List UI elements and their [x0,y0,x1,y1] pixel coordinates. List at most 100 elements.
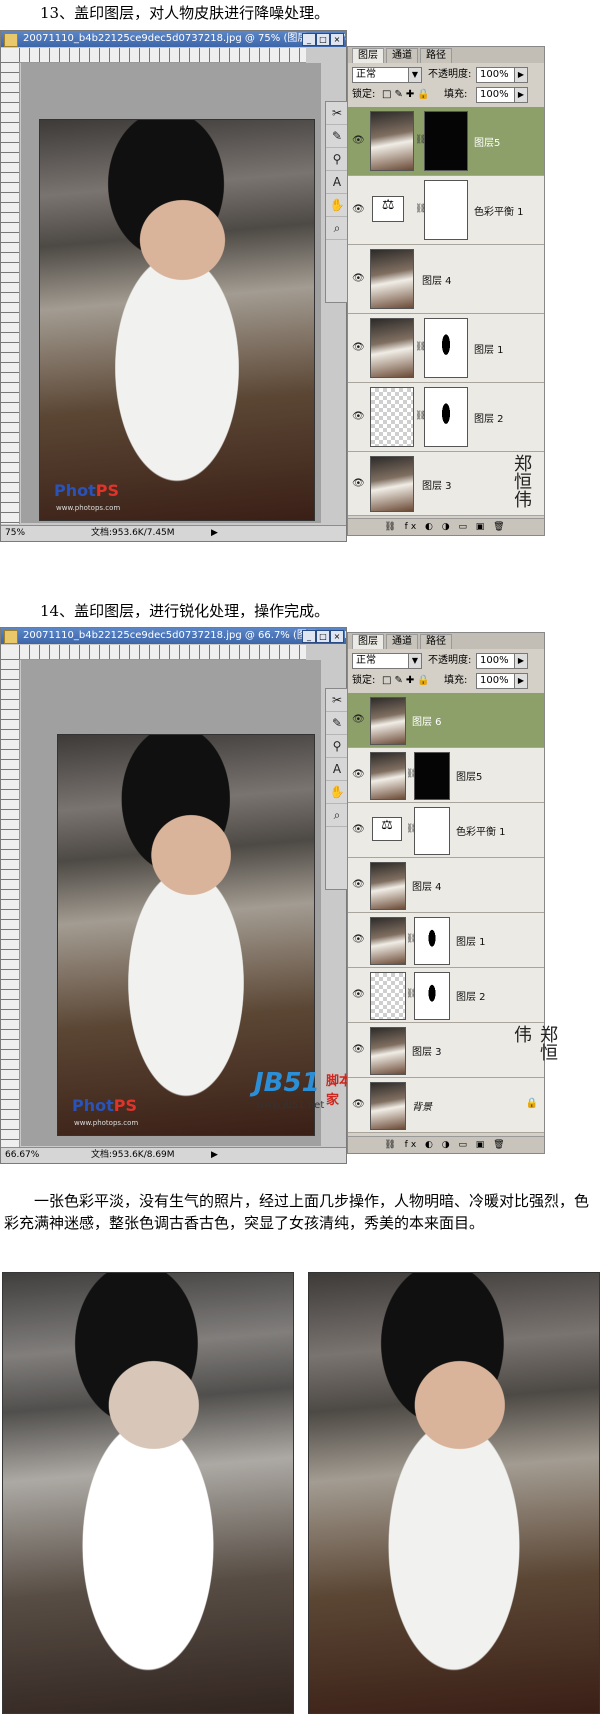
fill-arrow-icon[interactable]: ▶ [514,673,528,689]
layers-panel-footer-icons[interactable]: ⛓ fx ◐ ◑ ▭ ▣ 🗑 [348,518,544,535]
eye-icon[interactable]: 👁 [352,934,366,945]
fill-input[interactable]: 100% [476,87,515,103]
eye-icon[interactable]: 👁 [352,879,366,890]
opacity-input[interactable]: 100% [476,653,515,669]
minimize-button[interactable]: _ [302,630,316,643]
layer-mask-thumbnail [414,807,450,855]
eye-icon[interactable]: 👁 [352,1099,366,1110]
layer-name: 图层 4 [422,276,452,287]
layer-row[interactable]: 👁 图层 6 [348,693,544,748]
tab-paths[interactable]: 路径 [420,634,452,649]
layer-row[interactable]: 👁 背景 🔒 [348,1078,544,1133]
layer-thumbnail [370,972,406,1020]
layer-thumbnail [370,387,414,447]
zoom-tool-icon[interactable]: ⌕ [326,804,348,827]
step14-zoom-readout[interactable]: 66.67% [5,1148,39,1163]
layer-row[interactable]: 👁 ⛓ 图层 2 [348,383,544,452]
maximize-button[interactable]: □ [316,630,330,643]
layer-name: 色彩平衡 1 [474,207,524,218]
eye-icon[interactable]: 👁 [352,411,366,422]
step14-title: 14、盖印图层，进行锐化处理，操作完成。 [40,602,330,620]
layer-mask-thumbnail [424,180,468,240]
stamp-tool-icon[interactable]: ⚲ [326,735,348,758]
step14-layer-list: 👁 图层 6 👁 ⛓ 图层5 👁 ⚖ ⛓ 色彩平衡 1 👁 图层 4 👁 ⛓ 图… [348,693,558,1133]
eye-icon[interactable]: 👁 [352,769,366,780]
tab-layers[interactable]: 图层 [352,634,384,649]
brush-tool-icon[interactable]: ✎ [326,712,348,735]
opacity-arrow-icon[interactable]: ▶ [514,67,528,83]
crop-tool-icon[interactable]: ✂ [326,102,348,125]
lock-icons[interactable]: □✎✚🔒 [382,87,433,103]
maximize-button[interactable]: □ [316,33,330,46]
minimize-button[interactable]: _ [302,33,316,46]
blend-mode-select[interactable]: 正常 [352,653,409,669]
step13-zoom-readout[interactable]: 75% [5,526,25,541]
tab-channels[interactable]: 通道 [386,48,418,63]
status-arrow-icon[interactable]: ▶ [211,1148,218,1163]
tab-paths[interactable]: 路径 [420,48,452,63]
opacity-arrow-icon[interactable]: ▶ [514,653,528,669]
layer-row[interactable]: 👁 ⛓ 图层5 [348,107,544,176]
eye-icon[interactable]: 👁 [352,273,366,284]
layer-name: 图层 2 [456,992,486,1003]
layer-mask-thumbnail [424,111,468,171]
layer-thumbnail [370,1082,406,1130]
document-icon [4,33,18,47]
horizontal-ruler[interactable] [19,645,306,660]
horizontal-ruler[interactable] [19,48,306,63]
eye-icon[interactable]: 👁 [352,824,366,835]
lock-icons[interactable]: □✎✚🔒 [382,673,433,689]
step13-layers-panel: 图层 通道 路径 正常 ▼ 不透明度: 100% ▶ 锁定: □✎✚🔒 填充: … [347,46,545,536]
eye-icon[interactable]: 👁 [352,135,366,146]
hand-tool-icon[interactable]: ✋ [326,781,348,804]
tab-channels[interactable]: 通道 [386,634,418,649]
chevron-down-icon[interactable]: ▼ [408,653,422,669]
layer-row[interactable]: 👁 ⛓ 图层 2 [348,968,544,1023]
layer-row[interactable]: 👁 ⚖ ⛓ 色彩平衡 1 [348,803,544,858]
zoom-tool-icon[interactable]: ⌕ [326,217,348,240]
step14-status-bar: 66.67% 文档:953.6K/8.69M ▶ [1,1147,346,1163]
blend-row: 正常 ▼ 不透明度: 100% ▶ [352,67,540,83]
eye-icon[interactable]: 👁 [352,478,366,489]
crop-tool-icon[interactable]: ✂ [326,689,348,712]
step13-ps-window: 20071110_b4b22125ce9dec5d0737218.jpg @ 7… [0,30,349,542]
step13-window-titlebar[interactable]: 20071110_b4b22125ce9dec5d0737218.jpg @ 7… [1,31,346,47]
eye-icon[interactable]: 👁 [352,714,366,725]
layer-row[interactable]: 👁 图层 4 [348,858,544,913]
layer-thumbnail [370,752,406,800]
stamp-tool-icon[interactable]: ⚲ [326,148,348,171]
close-button[interactable]: × [330,33,344,46]
type-tool-icon[interactable]: A [326,171,348,194]
eye-icon[interactable]: 👁 [352,204,366,215]
layer-row[interactable]: 👁 ⚖ ⛓ 色彩平衡 1 [348,176,544,245]
layer-row[interactable]: 👁 ⛓ 图层5 [348,748,544,803]
vertical-ruler[interactable] [1,62,20,524]
layer-row[interactable]: 👁 图层 3 郑恒伟 [348,1023,558,1078]
close-button[interactable]: × [330,630,344,643]
eye-icon[interactable]: 👁 [352,342,366,353]
status-arrow-icon[interactable]: ▶ [211,526,218,541]
step13-canvas-area[interactable]: PhotPS www.photops.com [21,63,321,523]
layer-row[interactable]: 👁 ⛓ 图层 1 [348,314,544,383]
layer-mask-thumbnail [414,972,450,1020]
layer-row[interactable]: 👁 ⛓ 图层 1 [348,913,544,968]
layer-row[interactable]: 👁 图层 3 郑恒伟 [348,452,544,516]
tab-layers[interactable]: 图层 [352,48,384,63]
chevron-down-icon[interactable]: ▼ [408,67,422,83]
eye-icon[interactable]: 👁 [352,1044,366,1055]
blend-mode-select[interactable]: 正常 [352,67,409,83]
vertical-ruler[interactable] [1,659,20,1147]
hand-tool-icon[interactable]: ✋ [326,194,348,217]
step14-window-titlebar[interactable]: 20071110_b4b22125ce9dec5d0737218.jpg @ 6… [1,628,346,644]
fill-arrow-icon[interactable]: ▶ [514,87,528,103]
type-tool-icon[interactable]: A [326,758,348,781]
lock-row: 锁定: □✎✚🔒 填充: 100% ▶ [352,87,540,103]
layer-row[interactable]: 👁 图层 4 [348,245,544,314]
brush-tool-icon[interactable]: ✎ [326,125,348,148]
summary-paragraph: 一张色彩平淡，没有生气的照片，经过上面几步操作，人物明暗、冷暖对比强烈，色彩充满… [4,1192,590,1232]
step14-panel-tabs: 图层 通道 路径 [348,633,544,649]
fill-input[interactable]: 100% [476,673,515,689]
layers-panel-footer-icons[interactable]: ⛓ fx ◐ ◑ ▭ ▣ 🗑 [348,1136,544,1153]
eye-icon[interactable]: 👁 [352,989,366,1000]
opacity-input[interactable]: 100% [476,67,515,83]
